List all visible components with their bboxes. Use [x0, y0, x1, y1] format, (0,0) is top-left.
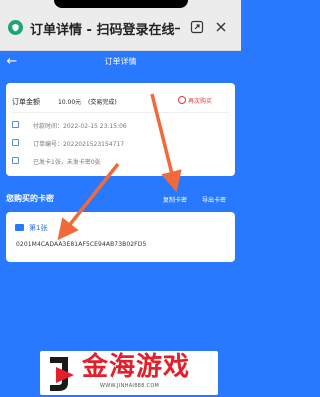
folder-icon: [15, 224, 24, 231]
card-number-label: 第1张: [29, 224, 48, 232]
nav-bar: ← 订单详情: [0, 51, 241, 73]
rebuy-button[interactable]: 再次购买: [178, 96, 212, 106]
document-icon: [12, 139, 19, 146]
order-info-card: 订单金额 10.00元 (交易完成) 再次购买 付款时间：2022-02-15 …: [6, 83, 235, 176]
shipped-status: 已发卡1张，未发卡密0张: [33, 159, 101, 166]
browser-top-bar: 订单详情 - 扫码登录在线卡: [0, 0, 241, 51]
amount-status: (交易完成): [88, 99, 117, 106]
page-title: 订单详情: [104, 57, 137, 66]
rebuy-icon: [178, 96, 186, 104]
copy-cards-button[interactable]: 复制卡密: [163, 195, 187, 204]
phone-notch: [54, 0, 188, 8]
rebuy-label: 再次购买: [188, 98, 213, 105]
amount-label: 订单金额: [12, 98, 40, 106]
card-icon: [12, 157, 19, 164]
calendar-icon: [12, 121, 19, 128]
card-code[interactable]: 0201M4CADAA3E81AF5CE94AB73B02FD5: [16, 241, 146, 248]
cards-section-title: 您购买的卡密: [6, 194, 54, 203]
card-item: 第1张 0201M4CADAA3E81AF5CE94AB73B02FD5: [6, 212, 235, 262]
export-cards-button[interactable]: 导出卡密: [202, 195, 226, 204]
amount-value: 10.00元: [58, 99, 82, 106]
browser-title: 订单详情 - 扫码登录在线卡: [30, 23, 180, 37]
brand-logo-icon: [50, 357, 74, 391]
watermark-url: WWW.JINHAI888.COM: [100, 383, 160, 389]
paid-time: 付款时间：2022-02-15 23:15:06: [33, 123, 127, 130]
watermark-brand: 金海游戏: [82, 352, 191, 382]
shield-icon: [8, 20, 23, 35]
shipped-row: 已发卡1张，未发卡密0张: [12, 156, 227, 166]
close-icon[interactable]: [214, 20, 228, 34]
order-number: 订单编号：2022021523154717: [33, 141, 125, 148]
watermark-banner: 金海游戏 WWW.JINHAI888.COM: [40, 351, 218, 395]
order-number-row: 订单编号：2022021523154717: [12, 138, 227, 148]
paid-time-row: 付款时间：2022-02-15 23:15:06: [12, 120, 227, 130]
external-link-icon[interactable]: [190, 20, 204, 34]
divider: [12, 112, 229, 113]
